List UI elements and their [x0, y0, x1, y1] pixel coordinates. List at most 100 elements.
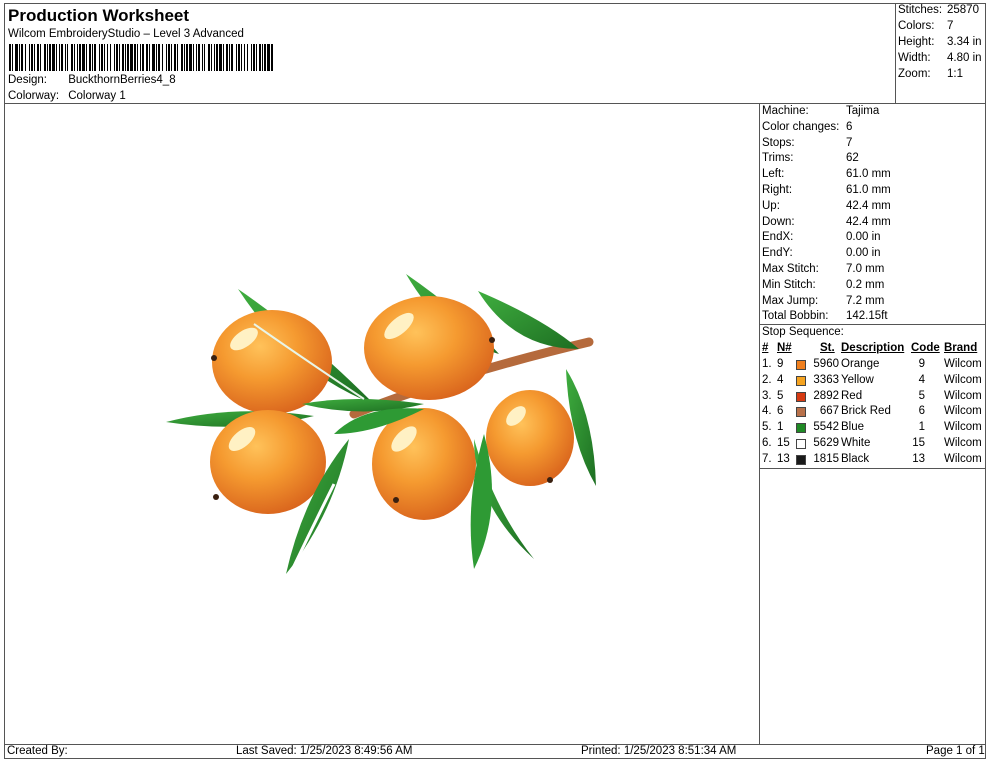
barcode-bar	[44, 44, 46, 71]
color-description: Brick Red	[841, 405, 891, 418]
barcode-bar	[49, 44, 51, 71]
stop-number: 7.	[762, 452, 772, 465]
barcode-bar	[79, 44, 81, 71]
thread-brand: Wilcom	[944, 421, 982, 434]
barcode-bar	[107, 44, 108, 71]
summary-zoom: Zoom: 1:1	[898, 68, 963, 80]
needle-number: 9	[777, 358, 784, 370]
color-swatch	[796, 360, 806, 370]
stat-row: EndX: 0.00 in	[762, 231, 881, 243]
stop-sequence: Stop Sequence: # N# St. Description Code…	[760, 324, 986, 469]
stat-row: Max Stitch: 7.0 mm	[762, 263, 884, 275]
stat-value: 42.4 mm	[846, 199, 891, 212]
stat-row: Up: 42.4 mm	[762, 200, 891, 212]
barcode-bar	[208, 44, 210, 71]
design-preview	[4, 104, 760, 744]
stitch-count: 667	[819, 405, 839, 418]
embroidery-design-image	[166, 274, 596, 574]
stop-number: 4.	[762, 405, 772, 418]
stat-label: EndX:	[762, 231, 794, 244]
stats-panel: Machine: Tajima Color changes: 6 Stops: 7 Trim…	[760, 104, 986, 744]
colorway-label: Colorway:	[8, 90, 60, 102]
barcode-bar	[256, 44, 257, 71]
barcode-bar	[253, 44, 255, 71]
stat-label: Color changes:	[762, 120, 840, 133]
printed-date: Printed: 1/25/2023 8:51:34 AM	[581, 745, 737, 757]
stat-label: EndY:	[762, 247, 793, 260]
barcode-bar	[92, 44, 93, 71]
design-name: BuckthornBerries4_8	[68, 74, 176, 86]
barcode-bar	[259, 44, 261, 71]
color-description: Yellow	[841, 373, 874, 386]
needle-number: 4	[777, 373, 784, 386]
barcode-bar	[9, 44, 11, 71]
stitch-count: 5960	[813, 358, 839, 370]
barcode-bar	[122, 44, 124, 71]
barcode-bar	[168, 44, 170, 71]
barcode-bar	[15, 44, 18, 71]
colorway-row: Colorway: Colorway 1	[8, 90, 126, 102]
color-swatch	[796, 454, 806, 465]
color-description: White	[841, 437, 871, 449]
stitch-count: 1815	[813, 452, 839, 465]
barcode-bar	[244, 44, 245, 71]
stat-value: 142.15ft	[846, 310, 888, 323]
stat-row: EndY: 0.00 in	[762, 247, 881, 259]
stat-value: 6	[846, 120, 853, 133]
worksheet-header: Production Worksheet Wilcom EmbroiderySt…	[4, 3, 896, 104]
barcode-bar	[174, 44, 176, 71]
stat-value: 61.0 mm	[846, 168, 891, 181]
barcode-bar	[61, 44, 63, 71]
barcode-bar	[71, 44, 73, 71]
page-title: Production Worksheet	[8, 6, 190, 25]
stat-row: Min Stitch: 0.2 mm	[762, 279, 884, 291]
page-number: Page 1 of 1	[926, 745, 985, 757]
barcode-bar	[181, 44, 183, 71]
barcode-bar	[82, 44, 85, 71]
stop-sequence-title: Stop Sequence:	[762, 326, 844, 338]
barcode-bar	[125, 44, 126, 71]
barcode-bar	[146, 44, 148, 71]
stat-label: Max Stitch:	[762, 263, 819, 275]
barcode-bar	[56, 44, 57, 71]
barcode-bar	[52, 44, 55, 71]
stat-row: Right: 61.0 mm	[762, 184, 891, 196]
berry-tip	[393, 497, 399, 503]
barcode-bar	[74, 44, 75, 71]
barcode-bar	[110, 44, 111, 71]
thread-brand: Wilcom	[944, 358, 982, 370]
barcode-bar	[119, 44, 120, 71]
stat-row: Trims: 62	[762, 152, 859, 164]
stat-value: 61.0 mm	[846, 184, 891, 196]
barcode-bar	[236, 44, 237, 71]
barcode-bar	[262, 44, 263, 71]
barcode-bar	[40, 44, 41, 71]
stat-value: 0.00 in	[846, 231, 881, 244]
color-description: Orange	[841, 358, 880, 370]
col-header-n: N#	[777, 342, 792, 354]
barcode-bar	[104, 44, 105, 71]
barcode-bar	[127, 44, 129, 71]
barcode-bar	[29, 44, 30, 71]
color-code: 13	[912, 452, 925, 465]
col-header-num: #	[762, 342, 769, 354]
color-swatch	[796, 439, 806, 449]
thread-brand: Wilcom	[944, 389, 982, 402]
barcode-bar	[177, 44, 178, 71]
barcode-bar	[101, 44, 103, 71]
barcode-bar	[193, 44, 194, 71]
summary-stitches: Stitches: 25870	[898, 4, 979, 16]
barcode-bar	[152, 44, 155, 71]
barcode-bar	[149, 44, 150, 71]
barcode-bar	[142, 44, 144, 71]
barcode-bar	[198, 44, 200, 71]
barcode-bar	[238, 44, 240, 71]
barcode-bar	[156, 44, 157, 71]
stat-value: Tajima	[846, 105, 880, 117]
barcode-bar	[86, 44, 87, 71]
barcode-bar	[166, 44, 167, 71]
barcode-bar	[116, 44, 118, 71]
stat-row: Left: 61.0 mm	[762, 168, 891, 180]
color-description: Black	[841, 452, 870, 465]
stitch-count: 5629	[813, 437, 839, 449]
